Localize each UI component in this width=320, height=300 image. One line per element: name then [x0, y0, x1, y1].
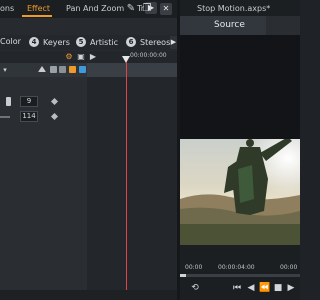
copy-icon[interactable] [50, 66, 57, 73]
loop-icon[interactable]: ⟲ [190, 283, 200, 293]
play-icon[interactable]: ▶ [88, 52, 98, 62]
close-icon[interactable]: ✕ [160, 3, 172, 15]
category-artistic[interactable]: 5 Artistic [76, 37, 118, 47]
category-number-icon: 6 [126, 37, 136, 47]
preview-titlebar: Stop Motion.axps* [180, 0, 300, 16]
keyframe-diamond-icon[interactable] [50, 112, 59, 121]
param-row: 114 [0, 111, 87, 123]
param-row: 9 [0, 96, 87, 108]
source-tab-label: Source [214, 20, 245, 30]
duplicate-icon[interactable]: ❐ [141, 3, 153, 15]
effect-track-bar[interactable] [87, 63, 177, 77]
category-number-icon: 5 [76, 37, 86, 47]
category-number-icon: 4 [29, 37, 39, 47]
play-button-icon[interactable]: ▶ [286, 283, 296, 293]
keyframe-timeline[interactable] [87, 63, 177, 300]
rewind-icon[interactable]: ◀ [246, 283, 256, 293]
effects-panel: ons Effect Pan And Zoom Tr ▶ Color 4 Key… [0, 0, 177, 300]
category-label: Keyers [43, 37, 70, 47]
wrench-icon[interactable]: ✎ [125, 3, 137, 15]
left-status-bar [0, 290, 177, 300]
go-to-start-icon[interactable]: ⏮ [232, 283, 242, 293]
category-keyers[interactable]: 4 Keyers [29, 37, 70, 47]
timeline-ruler-start: 00:00:00:00 [130, 52, 167, 59]
preview-scrubber[interactable] [180, 274, 300, 277]
keyframe-toggle-icon[interactable]: ⚙ [64, 52, 74, 62]
delete-icon[interactable] [59, 66, 66, 73]
param-value-field[interactable]: 114 [20, 111, 38, 122]
stop-icon[interactable]: ■ [273, 283, 283, 293]
scrubber-progress [180, 274, 186, 277]
playhead-line[interactable] [126, 62, 127, 296]
settings-icon[interactable] [79, 66, 86, 73]
window-title: Stop Motion.axps* [197, 4, 271, 13]
category-bar: Color 4 Keyers 5 Artistic 6 Stereos [0, 35, 177, 50]
tab-pan-and-zoom[interactable]: Pan And Zoom [66, 4, 124, 13]
category-label: Color [0, 37, 21, 46]
ruler-label: 00:00 [280, 264, 298, 271]
tab-effect[interactable]: Effect [27, 4, 50, 13]
active-tab-indicator [22, 15, 52, 17]
video-frame[interactable] [180, 139, 300, 245]
ruler-label: 00:00:04:00 [218, 264, 255, 271]
category-label: Artistic [90, 37, 119, 47]
step-back-icon[interactable]: ⏪ [259, 283, 270, 293]
tab-options[interactable]: ons [0, 4, 14, 13]
keyframe-diamond-icon[interactable] [50, 97, 59, 106]
video-frame-image [180, 139, 300, 245]
viewer-letterbox [180, 35, 300, 139]
keyframe-icon[interactable] [38, 66, 46, 72]
next-arrow-icon[interactable]: ▶ [170, 36, 177, 49]
enable-toggle-icon[interactable] [69, 66, 76, 73]
preview-panel: Stop Motion.axps* Source 00:00 00:00:04:… [180, 0, 300, 300]
slider-handle[interactable] [6, 97, 11, 106]
slider-track[interactable] [0, 116, 10, 118]
save-icon[interactable]: ▣ [76, 52, 86, 62]
category-stereoscopic[interactable]: 6 Stereos [126, 37, 170, 47]
collapse-arrow-icon[interactable]: ▾ [0, 65, 10, 75]
ruler-label: 00:00 [185, 264, 203, 271]
category-color[interactable]: Color [0, 37, 21, 46]
param-value-field[interactable]: 9 [20, 96, 38, 107]
category-label: Stereos [140, 37, 171, 47]
tab-source[interactable]: Source [180, 16, 266, 35]
effect-toolbar: ⚙ ▣ ▶ 00:00:00:00 [0, 51, 177, 63]
